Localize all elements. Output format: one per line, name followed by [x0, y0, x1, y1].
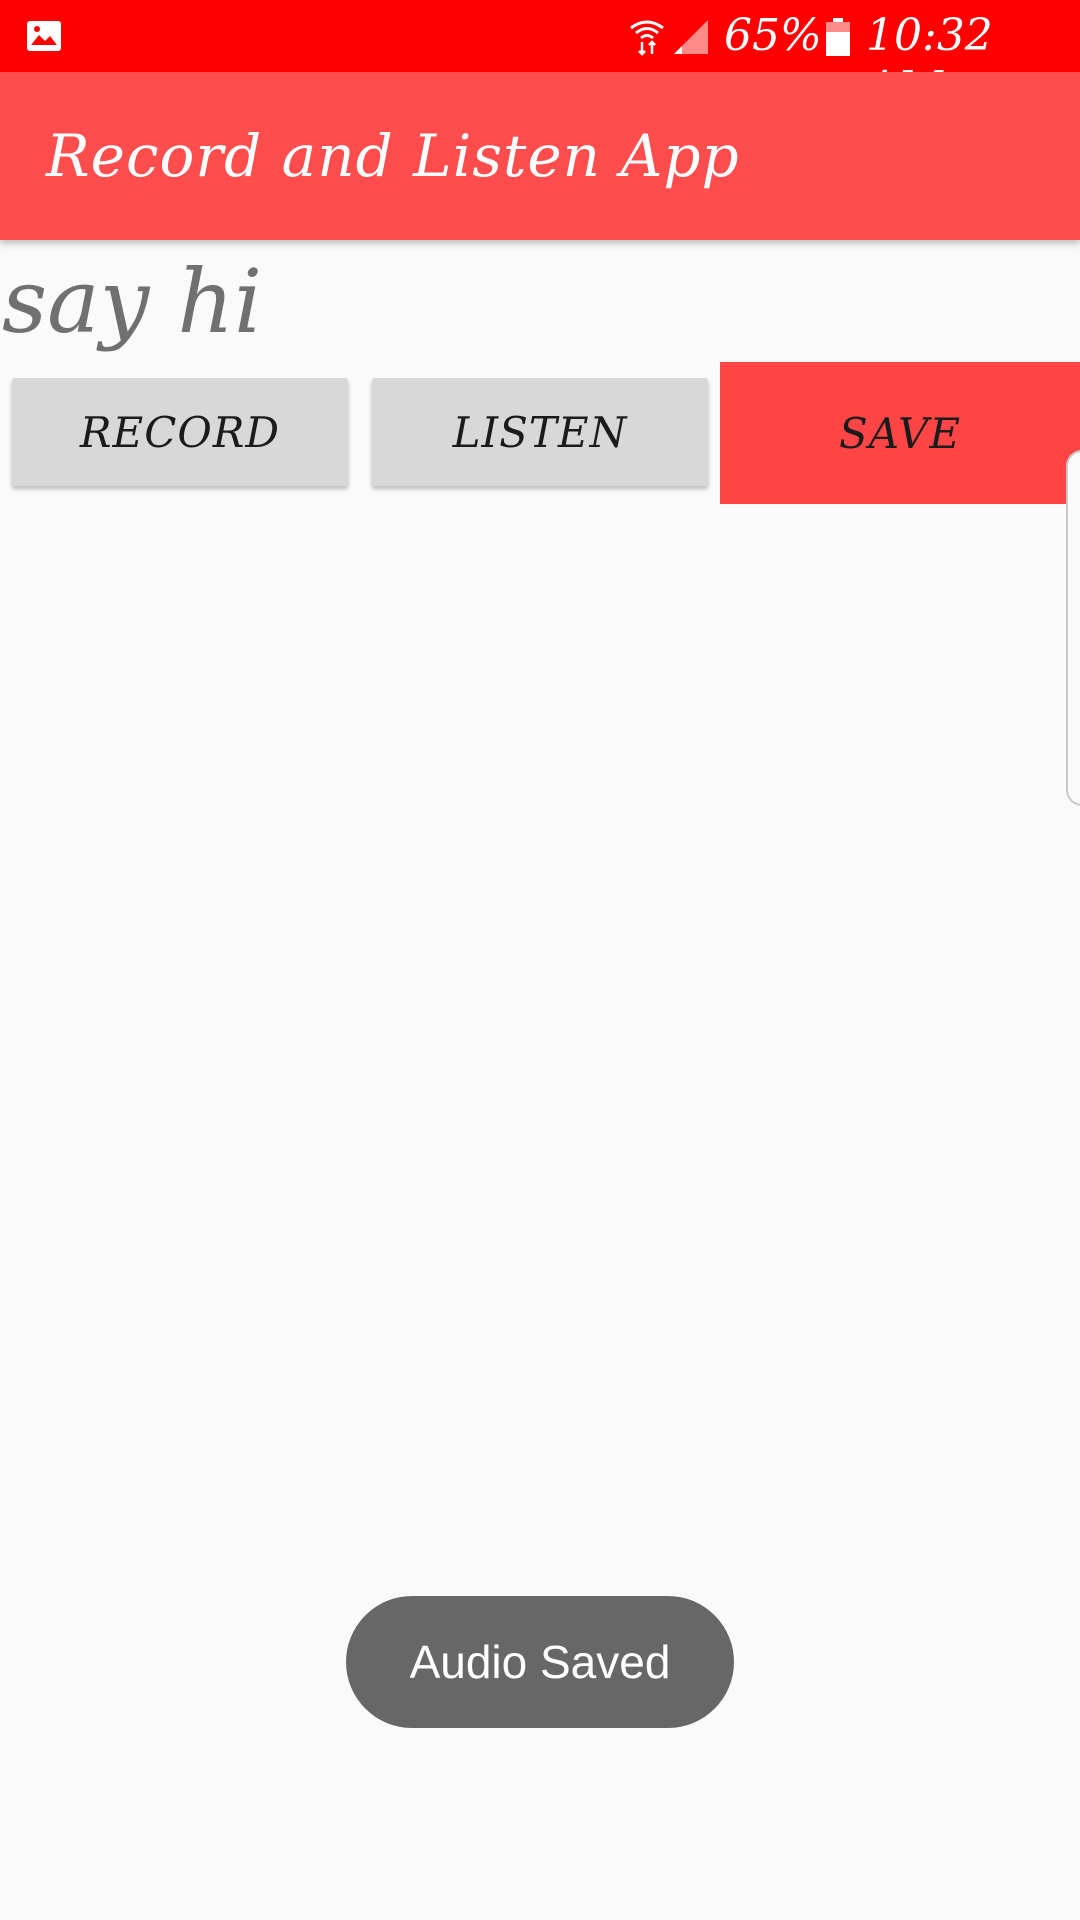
toast: Audio Saved	[346, 1596, 734, 1728]
signal-icon	[674, 20, 708, 54]
battery-icon	[826, 18, 850, 56]
gallery-icon	[27, 21, 61, 51]
prompt-text: say hi	[2, 250, 263, 353]
toast-message: Audio Saved	[409, 1636, 671, 1688]
app-bar: Record and Listen App	[0, 72, 1080, 240]
app-title: Record and Listen App	[46, 122, 740, 190]
listen-button[interactable]: LISTEN	[372, 378, 708, 486]
battery-percentage: 65%	[724, 10, 822, 61]
record-button[interactable]: RECORD	[12, 378, 348, 486]
status-bar: 65% 10:32 AM	[0, 0, 1080, 113]
wifi-icon	[630, 20, 664, 56]
edge-panel-handle[interactable]	[1066, 450, 1080, 806]
save-button[interactable]: SAVE	[720, 362, 1080, 504]
